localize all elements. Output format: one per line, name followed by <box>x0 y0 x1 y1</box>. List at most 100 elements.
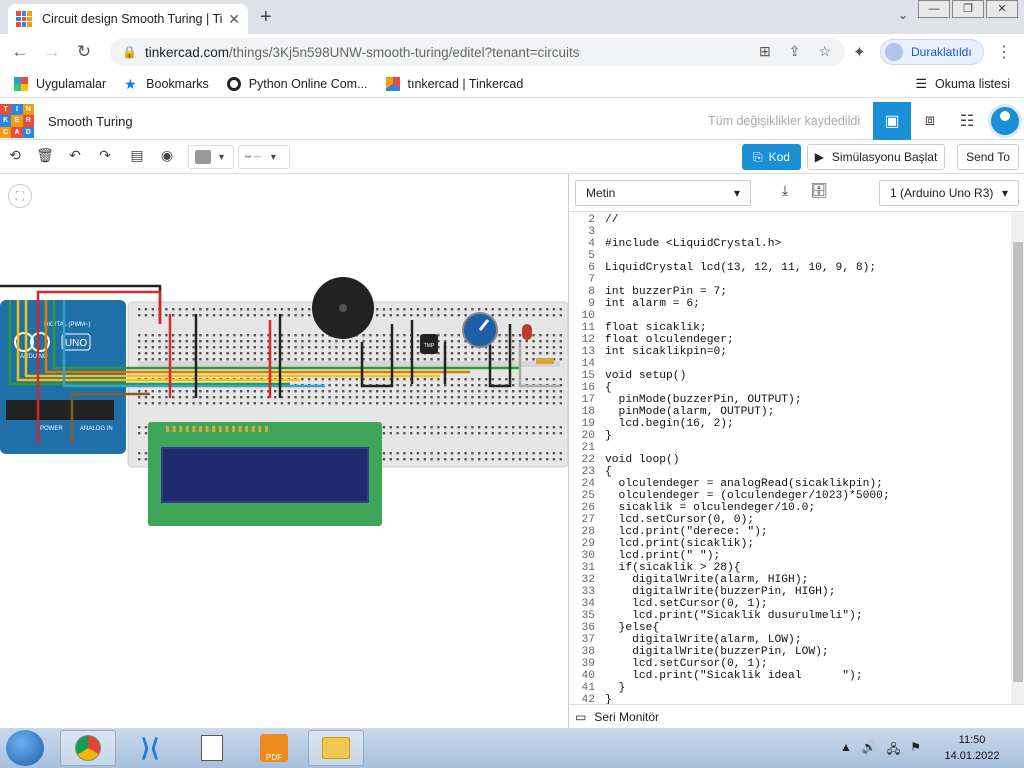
code-line[interactable]: olculendeger = (olculendeger/1023)*5000; <box>605 490 890 502</box>
scrollbar-thumb[interactable] <box>1013 242 1023 682</box>
send-to-button[interactable]: Send To <box>957 144 1019 170</box>
bookmark-tinkercad[interactable]: tınkercad | Tinkercad <box>385 76 523 91</box>
code-line[interactable]: lcd.print("derece: "); <box>605 526 768 538</box>
tinkercad-logo[interactable]: TINKERCAD <box>0 104 34 138</box>
code-line[interactable]: digitalWrite(buzzerPin, LOW); <box>605 646 829 658</box>
network-icon[interactable]: 🖧 <box>887 740 900 761</box>
code-mode-select[interactable]: Metin ▾ <box>575 180 751 206</box>
device-select[interactable]: 1 (Arduino Uno R3) ▾ <box>879 180 1019 206</box>
code-line[interactable]: // <box>605 214 619 226</box>
breadboard-hole <box>199 340 202 343</box>
code-line[interactable]: #include <LiquidCrystal.h> <box>605 238 781 250</box>
user-avatar[interactable] <box>988 104 1022 138</box>
bookmark-bookmarks[interactable]: ★ Bookmarks <box>124 77 209 91</box>
code-line[interactable]: { <box>605 466 612 478</box>
breadboard-hole <box>335 384 338 387</box>
circuit-view-button[interactable]: ▣ <box>873 102 911 140</box>
reading-list[interactable]: ☰ Okuma listesi <box>915 76 1010 92</box>
notes-icon[interactable]: ▤ <box>126 147 148 164</box>
share-icon[interactable]: ⇪ <box>789 43 801 60</box>
explorer-taskbar-button[interactable] <box>308 730 364 766</box>
breadboard-hole <box>260 308 263 311</box>
forward-arrow-icon[interactable]: → <box>36 42 68 62</box>
profile-button[interactable]: Duraklatıldı <box>880 39 984 65</box>
bookmark-python[interactable]: Python Online Com... <box>226 76 368 91</box>
component-list-button[interactable]: ☷ <box>948 102 986 140</box>
code-line[interactable]: float sicaklik; <box>605 322 707 334</box>
chrome-taskbar-button[interactable] <box>60 730 116 766</box>
schematic-view-button[interactable]: ⧈ <box>911 102 949 140</box>
code-scrollbar[interactable] <box>1011 212 1024 704</box>
redo-icon[interactable]: ↷ <box>94 147 116 164</box>
omnibox[interactable]: 🔒 tinkercad.com/things/3Kj5n598UNW-smoot… <box>110 38 845 66</box>
close-window-button[interactable]: ✕ <box>986 0 1018 18</box>
code-line[interactable]: if(sicaklik > 28){ <box>605 562 741 574</box>
code-line[interactable]: olculendeger = analogRead(sicaklikpin); <box>605 478 883 490</box>
url-text[interactable]: tinkercad.com/things/3Kj5n598UNW-smooth-… <box>145 45 580 60</box>
code-line[interactable]: lcd.setCursor(0, 0); <box>605 514 755 526</box>
code-line[interactable]: lcd.begin(16, 2); <box>605 418 734 430</box>
browser-tab[interactable]: Circuit design Smooth Turing | Tinkercad… <box>8 4 248 34</box>
rotate-icon[interactable]: ⟲ <box>4 147 26 164</box>
bookmark-apps[interactable]: Uygulamalar <box>14 76 106 91</box>
project-name[interactable]: Smooth Turing <box>48 114 133 129</box>
code-line[interactable]: float olculendeger; <box>605 334 734 346</box>
volume-icon[interactable]: 🔊 <box>862 740 877 761</box>
tab-search-chevron-icon[interactable]: ⌄ <box>898 8 908 22</box>
vscode-taskbar-button[interactable]: ⟩⟨ <box>122 730 178 766</box>
code-line[interactable]: lcd.setCursor(0, 1); <box>605 598 768 610</box>
library-icon[interactable]: 🗄 <box>805 182 833 204</box>
app-taskbar-button[interactable] <box>184 730 240 766</box>
code-line[interactable]: pinMode(buzzerPin, OUTPUT); <box>605 394 802 406</box>
code-line[interactable]: digitalWrite(buzzerPin, HIGH); <box>605 586 835 598</box>
code-line[interactable]: sicaklik = olculendeger/10.0; <box>605 502 816 514</box>
code-line[interactable]: } <box>605 682 626 694</box>
pdf-taskbar-button[interactable]: PDF <box>246 730 302 766</box>
code-text-area[interactable]: 2 // 3 4 #include <LiquidCrystal.h> 5 6 LiquidC… <box>569 212 1013 704</box>
code-line[interactable]: void setup() <box>605 370 686 382</box>
taskbar-clock[interactable]: 11:50 14.01.2022 <box>940 732 1004 764</box>
translate-icon[interactable]: ⊞ <box>759 43 771 60</box>
wire-type-select[interactable]: ━ ─ ▾ <box>238 145 290 169</box>
code-line[interactable]: lcd.print("Sicaklik dusurulmeli"); <box>605 610 863 622</box>
browser-menu-icon[interactable]: ⋮ <box>996 42 1012 62</box>
code-line[interactable]: int buzzerPin = 7; <box>605 286 727 298</box>
visibility-eye-icon[interactable]: ◉ <box>156 147 178 164</box>
back-arrow-icon[interactable]: ← <box>4 42 36 62</box>
code-line[interactable]: lcd.setCursor(0, 1); <box>605 658 768 670</box>
tray-expand-icon[interactable]: ▲ <box>840 740 852 761</box>
code-line[interactable]: }else{ <box>605 622 660 634</box>
line-number: 6 <box>588 262 595 274</box>
code-line[interactable]: } <box>605 694 612 704</box>
reload-icon[interactable]: ↻ <box>68 42 100 62</box>
code-line[interactable]: int sicaklikpin=0; <box>605 346 727 358</box>
extensions-puzzle-icon[interactable]: ✦ <box>853 43 866 61</box>
code-button[interactable]: ⎘ Kod <box>742 144 801 170</box>
code-line[interactable]: lcd.print(sicaklik); <box>605 538 755 550</box>
breadboard-hole <box>151 396 154 399</box>
circuit-canvas[interactable]: ⛶ UNO ARDUINO DIGITAL (PWM~) POWER ANALO… <box>0 174 568 728</box>
delete-icon[interactable]: 🗑 <box>34 147 56 164</box>
download-icon[interactable]: ⤓ <box>771 182 799 204</box>
close-tab-icon[interactable]: ✕ <box>228 11 240 28</box>
minimize-button[interactable]: — <box>918 0 950 18</box>
code-line[interactable]: digitalWrite(alarm, LOW); <box>605 634 802 646</box>
code-line[interactable]: int alarm = 6; <box>605 298 700 310</box>
code-line[interactable]: pinMode(alarm, OUTPUT); <box>605 406 775 418</box>
code-line[interactable]: LiquidCrystal lcd(13, 12, 11, 10, 9, 8); <box>605 262 876 274</box>
bookmark-star-icon[interactable]: ☆ <box>818 43 831 60</box>
code-line[interactable]: { <box>605 382 612 394</box>
start-button-icon[interactable] <box>6 730 44 766</box>
maximize-button[interactable]: ❐ <box>952 0 984 18</box>
new-tab-button[interactable]: + <box>260 6 272 29</box>
code-line[interactable]: lcd.print(" "); <box>605 550 721 562</box>
serial-monitor-button[interactable]: ▭ Seri Monitör <box>569 704 1024 728</box>
undo-icon[interactable]: ↶ <box>64 147 86 164</box>
start-simulation-button[interactable]: ▶ Simülasyonu Başlat <box>807 144 945 170</box>
code-line[interactable]: lcd.print("Sicaklik ideal "); <box>605 670 863 682</box>
code-line[interactable]: void loop() <box>605 454 680 466</box>
code-line[interactable]: digitalWrite(alarm, HIGH); <box>605 574 808 586</box>
code-line[interactable]: } <box>605 430 612 442</box>
wire-color-select[interactable]: ▾ <box>188 145 234 169</box>
action-center-flag-icon[interactable]: ⚑ <box>910 740 921 761</box>
